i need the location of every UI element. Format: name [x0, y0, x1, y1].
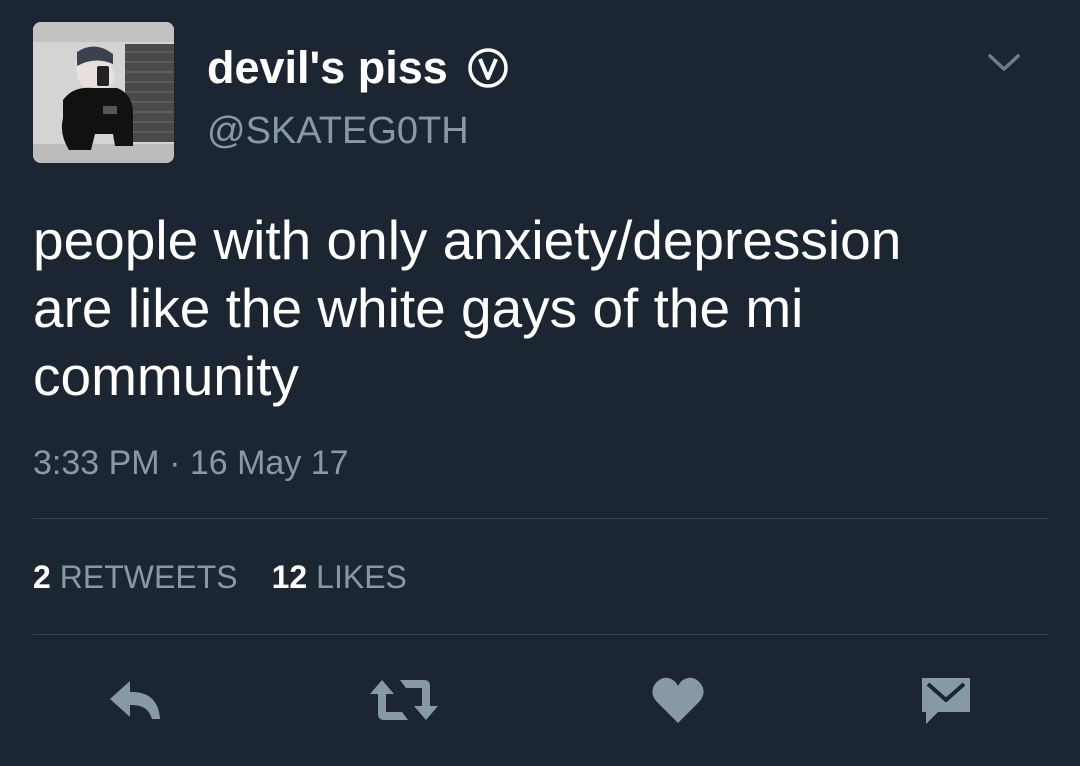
- tweet-stats: 2 RETWEETS 12 LIKES: [33, 556, 407, 598]
- tweet-text-line: people with only anxiety/depression: [33, 209, 902, 271]
- likes-label: LIKES: [316, 559, 407, 595]
- retweets-stat[interactable]: 2 RETWEETS: [33, 556, 238, 598]
- likes-count: 12: [271, 559, 308, 595]
- reply-button[interactable]: [104, 672, 168, 728]
- tweet-text-line: are like the white gays of the mi: [33, 277, 804, 339]
- reply-icon: [110, 681, 160, 719]
- retweets-count: 2: [33, 559, 51, 595]
- likes-stat[interactable]: 12 LIKES: [272, 556, 407, 598]
- retweets-label: RETWEETS: [59, 559, 238, 595]
- display-name-row[interactable]: devil's piss: [207, 40, 510, 96]
- divider: [33, 518, 1048, 519]
- like-button[interactable]: [648, 672, 708, 728]
- tweet-text: people with only anxiety/depression are …: [33, 206, 1043, 410]
- retweet-button[interactable]: [366, 672, 442, 728]
- direct-message-button[interactable]: [916, 672, 976, 728]
- retweet-icon: [370, 680, 438, 720]
- envelope-icon: [922, 678, 970, 724]
- heart-icon: [652, 677, 704, 723]
- chevron-down-icon[interactable]: [984, 48, 1024, 76]
- user-handle[interactable]: @SKATEG0TH: [207, 108, 469, 154]
- divider: [33, 634, 1048, 635]
- display-name[interactable]: devil's piss: [207, 40, 448, 96]
- verified-v-icon: [468, 48, 508, 88]
- profile-photo: [33, 22, 174, 163]
- avatar[interactable]: [33, 22, 174, 163]
- tweet-timestamp[interactable]: 3:33 PM · 16 May 17: [33, 442, 349, 484]
- tweet-text-line: community: [33, 345, 299, 407]
